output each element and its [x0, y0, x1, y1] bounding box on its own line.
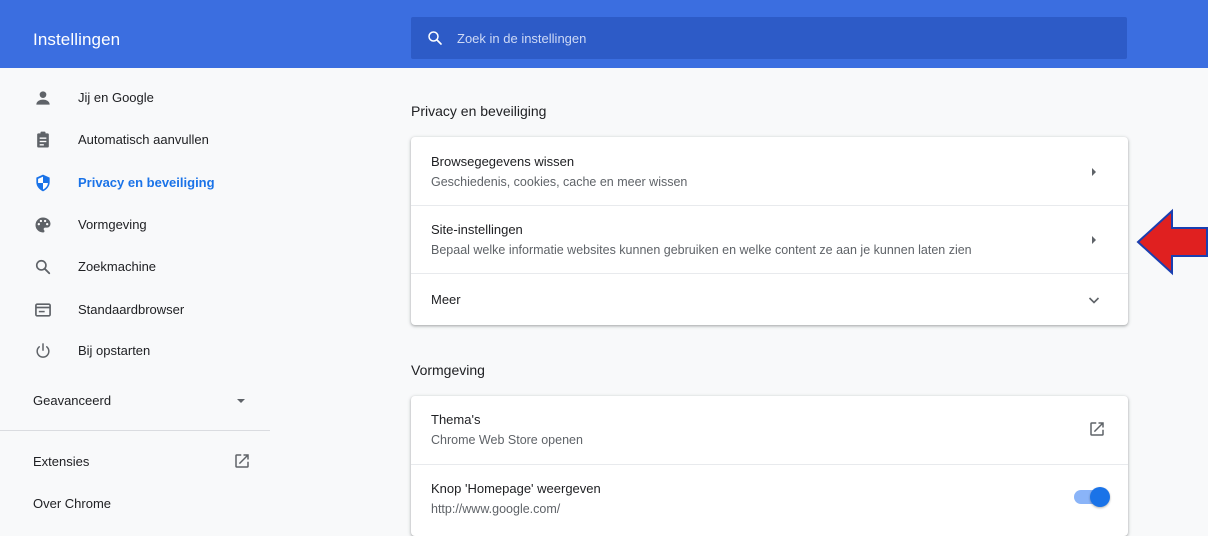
toggle-knob	[1090, 487, 1110, 507]
sidebar-extensions-label: Extensies	[33, 453, 90, 469]
sidebar-divider	[0, 430, 270, 431]
row-primary-text: Knop 'Homepage' weergeven	[431, 481, 601, 496]
sidebar-advanced-label: Geavanceerd	[33, 392, 112, 408]
row-show-home-button[interactable]: Knop 'Homepage' weergeven http://www.goo…	[411, 465, 1128, 536]
palette-icon	[35, 217, 51, 233]
sidebar-item-default-browser[interactable]: Standaardbrowser	[0, 289, 270, 329]
row-site-settings[interactable]: Site-instellingen Bepaal welke informati…	[411, 206, 1128, 273]
power-icon	[36, 343, 50, 358]
sidebar-item-on-startup[interactable]: Bij opstarten	[0, 330, 270, 370]
chevron-right-icon	[1092, 236, 1096, 244]
row-secondary-text: Chrome Web Store openen	[431, 433, 583, 447]
row-clear-browsing-data[interactable]: Browsegegevens wissen Geschiedenis, cook…	[411, 137, 1128, 205]
sidebar-item-label: Zoekmachine	[78, 258, 157, 274]
sidebar-item-you-and-google[interactable]: Jij en Google	[0, 77, 270, 117]
sidebar-item-label: Privacy en beveiliging	[78, 174, 215, 190]
sidebar-advanced-toggle[interactable]: Geavanceerd	[0, 380, 270, 420]
row-secondary-text: http://www.google.com/	[431, 502, 561, 516]
appearance-card: Thema's Chrome Web Store openen Knop 'Ho…	[411, 396, 1128, 536]
sidebar-item-label: Vormgeving	[78, 216, 147, 232]
search-box[interactable]	[411, 17, 1127, 59]
row-secondary-text: Geschiedenis, cookies, cache en meer wis…	[431, 175, 688, 189]
search-icon	[428, 31, 442, 45]
page-title: Instellingen	[33, 30, 121, 49]
annotation-arrow-icon	[1136, 208, 1208, 276]
row-primary-text: Meer	[431, 292, 461, 307]
person-icon	[36, 91, 50, 105]
caret-down-icon	[237, 399, 245, 403]
privacy-card: Browsegegevens wissen Geschiedenis, cook…	[411, 137, 1128, 325]
sidebar: Jij en Google Automatisch aanvullen Priv…	[0, 68, 270, 520]
sidebar-item-privacy[interactable]: Privacy en beveiliging	[0, 162, 270, 202]
sidebar-item-label: Jij en Google	[78, 89, 154, 105]
sidebar-item-autofill[interactable]: Automatisch aanvullen	[0, 119, 270, 159]
sidebar-item-appearance[interactable]: Vormgeving	[0, 204, 270, 244]
sidebar-item-label: Automatisch aanvullen	[78, 131, 209, 147]
section-title-appearance: Vormgeving	[411, 362, 485, 378]
row-primary-text: Browsegegevens wissen	[431, 154, 575, 169]
row-more[interactable]: Meer	[411, 274, 1128, 325]
open-in-new-icon[interactable]	[1088, 420, 1106, 438]
home-button-toggle[interactable]	[1074, 487, 1110, 507]
open-in-new-icon	[235, 454, 249, 468]
shield-icon	[36, 174, 50, 192]
settings-header: Instellingen	[0, 0, 1208, 68]
sidebar-item-label: Standaardbrowser	[78, 301, 185, 317]
row-secondary-text: Bepaal welke informatie websites kunnen …	[431, 243, 972, 257]
browser-window-icon	[35, 303, 51, 317]
row-themes[interactable]: Thema's Chrome Web Store openen	[411, 396, 1128, 464]
sidebar-item-label: Bij opstarten	[78, 342, 151, 358]
sidebar-item-search-engine[interactable]: Zoekmachine	[0, 246, 270, 286]
row-primary-text: Site-instellingen	[431, 222, 523, 237]
section-title-privacy: Privacy en beveiliging	[411, 103, 547, 119]
search-icon	[35, 259, 51, 275]
sidebar-item-extensions[interactable]: Extensies	[0, 441, 270, 481]
sidebar-about-label: Over Chrome	[33, 495, 112, 511]
clipboard-icon	[37, 131, 49, 148]
sidebar-item-about-chrome[interactable]: Over Chrome	[0, 483, 270, 523]
chevron-down-icon	[1088, 297, 1100, 304]
search-input[interactable]	[457, 17, 1097, 59]
row-primary-text: Thema's	[431, 412, 481, 427]
chevron-right-icon	[1092, 168, 1096, 176]
